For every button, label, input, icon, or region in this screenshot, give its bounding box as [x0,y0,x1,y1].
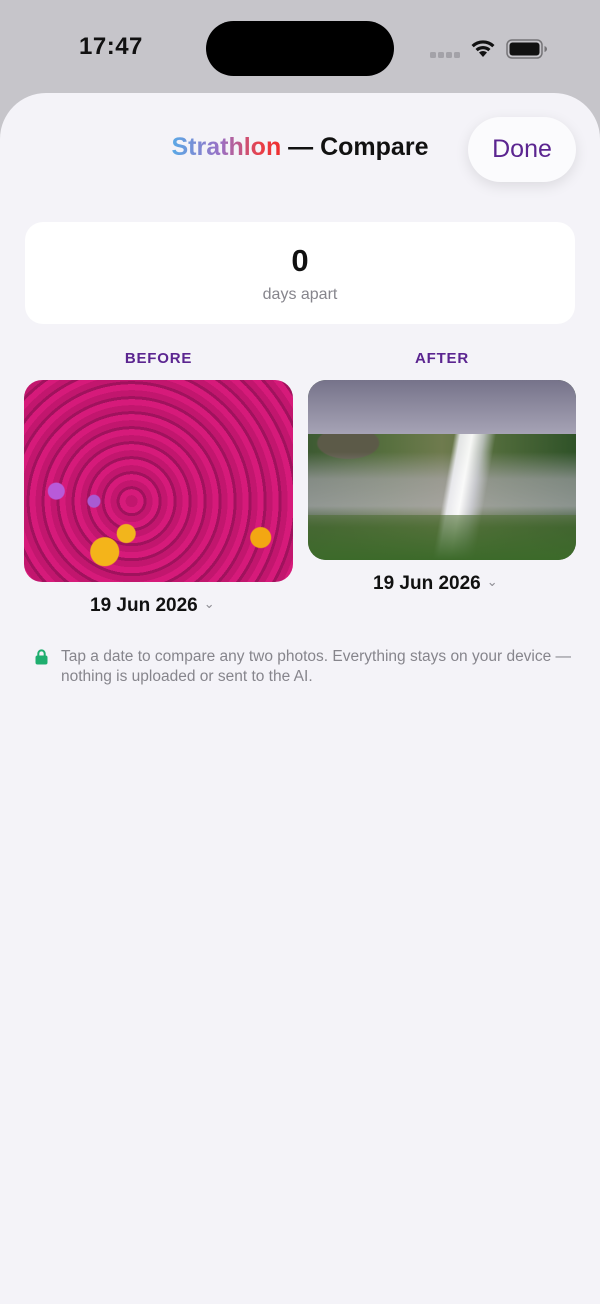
after-photo[interactable] [308,380,576,560]
chevron-down-icon: ⌄ [486,574,498,589]
days-apart-value: 0 [291,243,309,278]
before-date-picker[interactable]: 19 Jun 2026 ⌄ [90,595,215,617]
dynamic-island [206,21,394,76]
title-suffix: — Compare [281,133,429,161]
before-photo[interactable] [24,380,293,582]
days-apart-card: 0 days apart [25,222,575,324]
chevron-down-icon: ⌄ [203,596,215,611]
after-label: AFTER [415,350,469,367]
cellular-signal-icon [430,52,460,58]
after-date: 19 Jun 2026 [373,573,481,594]
lock-icon [35,649,48,665]
brand-name: Strathlon [171,133,282,161]
battery-icon [506,39,547,59]
before-label: BEFORE [124,350,193,367]
days-apart-label: days apart [262,286,338,303]
wifi-icon [471,40,495,57]
done-button[interactable]: Done [468,117,576,182]
after-date-picker[interactable]: 19 Jun 2026 ⌄ [373,573,498,595]
status-time: 17:47 [79,33,143,60]
compare-sheet: Strathlon — Compare Done 0 days apart BE… [0,93,600,1304]
before-date: 19 Jun 2026 [90,595,198,616]
privacy-text: Tap a date to compare any two photos. Ev… [61,648,572,685]
status-bar: 17:47 [0,0,600,95]
